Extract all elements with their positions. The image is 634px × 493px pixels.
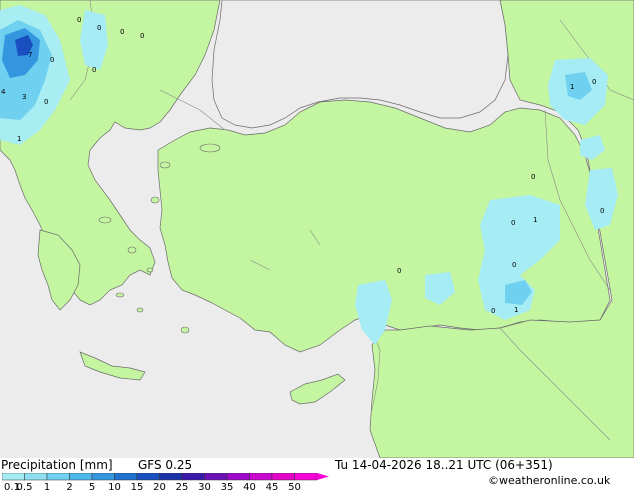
legend-swatch [46,473,70,481]
legend-tick-label: 1 [43,482,51,493]
legend-tick-label: 2 [66,482,73,493]
precip-label: 0 [511,219,515,227]
precip-label: 1 [570,83,574,91]
legend-swatch [69,473,93,481]
legend-swatch [204,473,228,481]
legend-swatch [114,473,138,481]
precip-label: 0 [44,98,48,106]
legend-swatch [271,473,295,481]
precip-label: 0 [120,28,124,36]
forecast-datetime: Tu 14-04-2026 18..21 UTC (06+351) [335,458,553,472]
legend-swatch [91,473,115,481]
precip-label: 0 [397,267,401,275]
precipitation-map: 0 0 0 0 7 0 4 3 0 1 0 1 0 0 0 1 0 0 0 1 … [0,0,634,458]
legend-tick-label: 10 [108,482,121,493]
precip-label: 0 [491,307,495,315]
precip-label: 3 [22,93,26,101]
legend-swatch [159,473,183,481]
legend-tick-label: 30 [198,482,211,493]
legend-tick-label: 45 [265,482,279,493]
precip-label: 0 [97,24,101,32]
precip-label: 0 [600,207,604,215]
legend-swatch [136,473,160,481]
model-label: GFS 0.25 [138,458,193,472]
legend-tick-label: 35 [220,482,234,493]
legend-swatch [24,473,48,481]
precip-label: 0 [512,261,516,269]
precip-label: 1 [533,216,537,224]
precipitation-title: Precipitation [mm] [1,458,113,472]
precip-label: 0 [77,16,81,24]
map-footer: Precipitation [mm] GFS 0.25 Tu 14-04-202… [0,458,634,493]
legend-swatch [2,473,25,481]
legend-tick-label: 20 [153,482,166,493]
legend-tick-label: 40 [243,482,256,493]
precip-label: 0 [92,66,96,74]
precip-label: 0 [531,173,535,181]
legend-swatch [226,473,250,481]
legend-tick-label: 25 [175,482,189,493]
legend-arrow [317,473,329,480]
precip-label: 1 [514,306,518,314]
precip-color-scale: 0.1 0.5 1 2 5 10 15 20 25 30 35 40 45 50 [0,473,634,493]
legend-tick-label: 50 [288,482,301,493]
precip-label: 7 [28,51,32,59]
precip-label: 0 [140,32,144,40]
legend-tick-label: 0.5 [16,482,33,493]
precip-label: 1 [17,135,21,143]
precip-label: 4 [1,88,6,96]
legend-swatch [294,473,318,481]
legend-swatch [181,473,205,481]
legend-swatch [249,473,273,481]
precip-label: 0 [592,78,596,86]
legend-tick-label: 5 [88,482,96,493]
precip-label: 0 [50,56,54,64]
legend-tick-label: 15 [130,482,144,493]
